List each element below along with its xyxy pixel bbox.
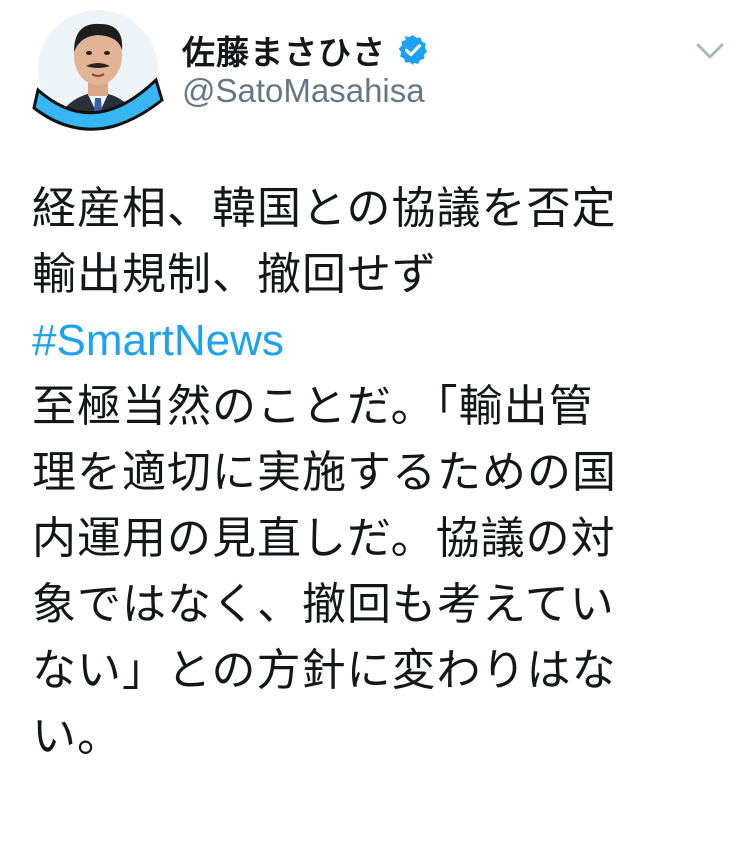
hashtag-link[interactable]: #SmartNews — [32, 316, 284, 365]
verified-badge-icon — [396, 33, 430, 67]
avatar[interactable] — [32, 4, 164, 140]
tweet-text: 経産相、韓国との協議を否定 輸出規制、撤回せず #SmartNews 至極当然の… — [32, 176, 732, 770]
chevron-down-icon — [696, 43, 724, 59]
tweet-headline-line: 輸出規制、撤回せず — [32, 249, 437, 300]
display-name[interactable]: 佐藤まさひさ — [182, 26, 386, 74]
user-handle[interactable]: @SatoMasahisa — [182, 72, 425, 110]
tweet-menu-button[interactable] — [692, 36, 728, 66]
tweet-body-line: ない」との方針に変わりはな — [32, 645, 617, 696]
tweet-body-line: 象ではなく、撤回も考えてい — [32, 579, 615, 630]
tweet-body-line: 理を適切に実施するための国 — [32, 447, 617, 498]
avatar-image — [32, 10, 164, 131]
tweet-body-line: 至極当然のことだ。「輸出管 — [32, 381, 594, 432]
display-name-row: 佐藤まさひさ — [182, 26, 430, 74]
tweet-body-line: 内運用の見直しだ。協議の対 — [32, 513, 616, 564]
tweet-headline-line: 経産相、韓国との協議を否定 — [32, 183, 617, 234]
hashtag-line: #SmartNews — [32, 308, 732, 374]
tweet-body-line: い。 — [32, 711, 122, 762]
tweet-header: 佐藤まさひさ @SatoMasahisa — [0, 0, 750, 150]
